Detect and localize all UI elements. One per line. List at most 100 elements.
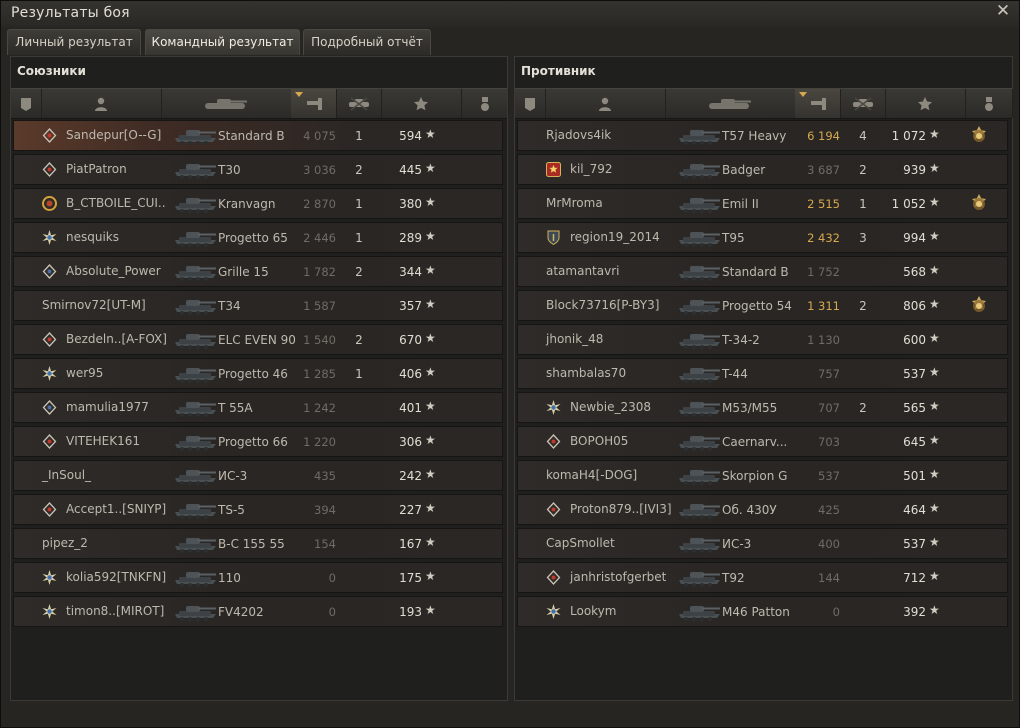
player-row[interactable]: Lookym M46 Patton 0 392 ★ bbox=[517, 596, 1008, 627]
player-name: kil_792 bbox=[570, 162, 613, 176]
header-frags-icon[interactable] bbox=[840, 89, 886, 118]
tank-image-icon bbox=[679, 572, 720, 587]
experience-value: 537 bbox=[903, 537, 926, 551]
experience-value: 242 bbox=[399, 469, 422, 483]
player-name: komaH4[-DOG] bbox=[546, 468, 638, 482]
close-icon[interactable]: ✕ bbox=[995, 3, 1011, 20]
star-icon: ★ bbox=[929, 365, 940, 379]
player-row[interactable]: Block73716[P-BY3] Progetto 54 1 311 2 806 ★ bbox=[517, 290, 1008, 321]
tank-name: Standard B bbox=[218, 129, 285, 143]
player-badge-icon bbox=[546, 570, 561, 585]
player-row[interactable]: Sandepur[O--G] Standard B4 075 1 594 ★ bbox=[13, 120, 503, 151]
star-icon: ★ bbox=[425, 297, 436, 311]
player-row[interactable]: Accept1..[SNIYP] TS-5 394 227 ★ bbox=[13, 494, 503, 525]
player-row[interactable]: region19_2014 T95 2 432 3 994 ★ bbox=[517, 222, 1008, 253]
player-row[interactable]: BOPOH05 Caernarv... 703 645 ★ bbox=[517, 426, 1008, 457]
damage-value: 2 446 bbox=[303, 231, 336, 245]
tab-detailed-report[interactable]: Подробный отчёт bbox=[303, 29, 431, 55]
tank-image-icon bbox=[679, 504, 720, 519]
player-row[interactable]: CapSmollet ИС-3 400 537 ★ bbox=[517, 528, 1008, 559]
platoon-icon bbox=[21, 97, 31, 111]
tank-name: ИС-3 bbox=[722, 537, 752, 551]
header-damage-icon[interactable] bbox=[795, 89, 841, 118]
header-medal-icon[interactable] bbox=[965, 89, 1013, 118]
star-icon: ★ bbox=[929, 263, 940, 277]
player-row[interactable]: atamantavri Standard B 1 752 568 ★ bbox=[517, 256, 1008, 287]
player-row[interactable]: pipez_2 B-C 155 55 154 167 ★ bbox=[13, 528, 503, 559]
player-badge-icon bbox=[42, 196, 57, 211]
player-row[interactable]: Rjadovs4ik T57 Heavy 6 194 4 1 072 ★ bbox=[517, 120, 1008, 151]
star-icon: ★ bbox=[425, 331, 436, 345]
star-icon: ★ bbox=[425, 161, 436, 175]
player-row[interactable]: Smirnov72[UT-M] T34 1 587 357 ★ bbox=[13, 290, 503, 321]
header-damage-icon[interactable] bbox=[291, 89, 337, 118]
player-badge-icon bbox=[42, 128, 57, 143]
player-row[interactable]: kolia592[TNKFN] 110 0 175 ★ bbox=[13, 562, 503, 593]
player-row[interactable]: MrMroma Emil II 2 515 1 1 052 ★ bbox=[517, 188, 1008, 219]
player-name: CapSmollet bbox=[546, 536, 615, 550]
column-header-bar bbox=[11, 88, 509, 119]
player-row[interactable]: Bezdeln..[A-FOX] ELC EVEN 90 1 540 2 670 ★ bbox=[13, 324, 503, 355]
player-badge-icon bbox=[42, 502, 57, 517]
star-icon: ★ bbox=[929, 535, 940, 549]
header-platoon-icon[interactable] bbox=[11, 89, 42, 118]
header-tank-icon[interactable] bbox=[665, 89, 796, 118]
player-row[interactable]: Absolute_Power Grille 15 1 782 2 344 ★ bbox=[13, 256, 503, 287]
medal-icon bbox=[480, 96, 489, 111]
header-experience-star-icon[interactable] bbox=[381, 89, 462, 118]
player-row[interactable]: B_CTBOILE_CUI.. Kranvagn 2 870 1 380 ★ bbox=[13, 188, 503, 219]
player-row[interactable]: kil_792 Badger 3 687 2 939 ★ bbox=[517, 154, 1008, 185]
damage-value: 1 311 bbox=[807, 299, 840, 313]
frags-icon bbox=[852, 96, 873, 111]
damage-value: 1 220 bbox=[303, 435, 336, 449]
window-title: Результаты боя bbox=[11, 5, 130, 21]
header-player-icon[interactable] bbox=[41, 89, 162, 118]
header-medal-icon[interactable] bbox=[461, 89, 509, 118]
player-row[interactable]: jhonik_48 T-34-2 1 130 600 ★ bbox=[517, 324, 1008, 355]
player-name: wer95 bbox=[66, 366, 104, 380]
header-player-icon[interactable] bbox=[545, 89, 666, 118]
damage-value: 1 540 bbox=[303, 333, 336, 347]
player-row[interactable]: PiatPatron T30 3 036 2 445 ★ bbox=[13, 154, 503, 185]
column-header-bar bbox=[515, 88, 1013, 119]
tab-personal-result[interactable]: Личный результат bbox=[7, 29, 141, 55]
player-badge-icon bbox=[546, 434, 561, 449]
star-icon: ★ bbox=[929, 569, 940, 583]
header-tank-icon[interactable] bbox=[161, 89, 292, 118]
player-row[interactable]: Newbie_2308 M53/M55 707 2 565 ★ bbox=[517, 392, 1008, 423]
tab-team-result[interactable]: Командный результат bbox=[145, 29, 300, 55]
tank-name: T30 bbox=[218, 163, 241, 177]
player-row[interactable]: mamulia1977 T 55A 1 242 401 ★ bbox=[13, 392, 503, 423]
header-experience-star-icon[interactable] bbox=[885, 89, 966, 118]
star-icon: ★ bbox=[425, 365, 436, 379]
tank-image-icon bbox=[175, 436, 216, 451]
damage-value: 4 075 bbox=[303, 129, 336, 143]
player-name: Rjadovs4ik bbox=[546, 128, 612, 142]
tank-name: Emil II bbox=[722, 197, 759, 211]
player-row[interactable]: timon8..[MIROT] FV4202 0 193 ★ bbox=[13, 596, 503, 627]
player-name: Lookym bbox=[570, 604, 617, 618]
header-platoon-icon[interactable] bbox=[515, 89, 546, 118]
player-row[interactable]: komaH4[-DOG] Skorpion G 537 501 ★ bbox=[517, 460, 1008, 491]
tank-name: Kranvagn bbox=[218, 197, 276, 211]
tank-image-icon bbox=[679, 436, 720, 451]
player-row[interactable]: nesquiks Progetto 65 2 446 1 289 ★ bbox=[13, 222, 503, 253]
tank-name: T34 bbox=[218, 299, 241, 313]
player-row[interactable]: janhristofgerbet T92 144 712 ★ bbox=[517, 562, 1008, 593]
player-badge-icon bbox=[42, 332, 57, 347]
star-icon: ★ bbox=[425, 467, 436, 481]
tank-image-icon bbox=[175, 130, 216, 145]
header-frags-icon[interactable] bbox=[336, 89, 382, 118]
experience-star-icon bbox=[918, 96, 932, 110]
experience-value: 1 052 bbox=[891, 197, 926, 211]
player-row[interactable]: wer95 Progetto 46 1 285 1 406 ★ bbox=[13, 358, 503, 389]
player-name: timon8..[MIROT] bbox=[66, 604, 165, 618]
player-row[interactable]: _InSoul_ ИС-3 435 242 ★ bbox=[13, 460, 503, 491]
experience-star-icon bbox=[414, 96, 428, 110]
player-row[interactable]: VITEHEK161 Progetto 66 1 220 306 ★ bbox=[13, 426, 503, 457]
damage-value: 144 bbox=[818, 571, 840, 585]
player-name: mamulia1977 bbox=[66, 400, 149, 414]
player-row[interactable]: shambalas70 T-44 757 537 ★ bbox=[517, 358, 1008, 389]
experience-value: 994 bbox=[903, 231, 926, 245]
player-row[interactable]: Proton879..[IVI3] Об. 430У 425 464 ★ bbox=[517, 494, 1008, 525]
